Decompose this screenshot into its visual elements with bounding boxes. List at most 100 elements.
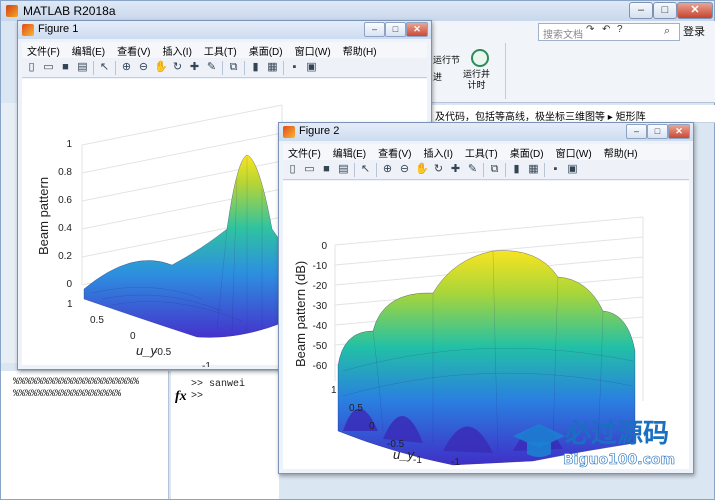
figure-1-title-bar: Figure 1 – □ ✕ <box>18 21 431 39</box>
search-icon[interactable]: ⌕ <box>664 25 670 38</box>
brush-icon[interactable]: ✎ <box>205 61 218 74</box>
save-icon[interactable]: ■ <box>59 61 72 74</box>
command-prompt[interactable]: >> <box>191 391 279 403</box>
print-icon[interactable]: ▤ <box>337 163 350 176</box>
watermark-logo: 必过源码 Biguo100.com <box>513 419 675 468</box>
command-window[interactable]: >> sanwei >> <box>171 371 279 499</box>
figure-2-toolbar: ▯ ▭ ■ ▤ ↖ ⊕ ⊖ ✋ ↻ ✚ ✎ ⧉ ▮ ▦ ▪ ▣ <box>283 160 689 180</box>
menu-help[interactable]: 帮助(H) <box>338 42 384 58</box>
rotate-icon[interactable]: ↻ <box>171 61 184 74</box>
y-tick: 0.5 <box>90 315 104 326</box>
data-cursor-icon[interactable]: ✚ <box>449 163 462 176</box>
menu-window[interactable]: 窗口(W) <box>551 144 599 160</box>
brush-icon[interactable]: ✎ <box>466 163 479 176</box>
maximize-button[interactable]: □ <box>647 124 668 139</box>
run-and-time-button[interactable]: 运行并 计时 <box>463 69 490 91</box>
command-history[interactable]: %%%%%%%%%%%%%%%%%%%%% %%%%%%%%%%%%%%%%%% <box>1 371 169 499</box>
y-tick: 0 <box>130 331 136 342</box>
watermark-text: 必过源码 <box>565 419 669 449</box>
menu-edit[interactable]: 编辑(E) <box>328 144 373 160</box>
figure-1-title: Figure 1 <box>38 23 79 35</box>
menu-file[interactable]: 文件(F) <box>22 42 67 58</box>
menu-edit[interactable]: 编辑(E) <box>67 42 112 58</box>
colorbar-icon[interactable]: ▮ <box>249 61 262 74</box>
link-icon[interactable]: ⧉ <box>488 163 501 176</box>
new-figure-icon[interactable]: ▯ <box>286 163 299 176</box>
new-figure-icon[interactable]: ▯ <box>25 61 38 74</box>
z-tick: 0.8 <box>58 167 72 178</box>
zoom-in-icon[interactable]: ⊕ <box>381 163 394 176</box>
z-tick: -50 <box>313 341 328 352</box>
z-tick: 0 <box>321 241 327 252</box>
open-icon[interactable]: ▭ <box>42 61 55 74</box>
legend-icon[interactable]: ▦ <box>527 163 540 176</box>
menu-desktop[interactable]: 桌面(D) <box>505 144 551 160</box>
z-tick: 0.6 <box>58 195 72 206</box>
print-icon[interactable]: ▤ <box>76 61 89 74</box>
show-plot-tools-icon[interactable]: ▣ <box>305 61 318 74</box>
close-button[interactable]: ✕ <box>668 124 690 139</box>
hide-plot-tools-icon[interactable]: ▪ <box>288 61 301 74</box>
menu-window[interactable]: 窗口(W) <box>290 42 338 58</box>
menu-tools[interactable]: 工具(T) <box>460 144 505 160</box>
advance-label[interactable]: 进 <box>433 70 442 83</box>
pointer-icon[interactable]: ↖ <box>359 163 372 176</box>
save-icon[interactable]: ■ <box>320 163 333 176</box>
menu-view[interactable]: 查看(V) <box>373 144 418 160</box>
minimize-button[interactable]: – <box>629 2 653 19</box>
address-bar[interactable]: 及代码，包括等高线，极坐标三维图等 ▸ 矩形阵 <box>431 105 715 123</box>
zoom-in-icon[interactable]: ⊕ <box>120 61 133 74</box>
figure-icon <box>283 126 295 138</box>
figure-1-menubar: 文件(F) 编辑(E) 查看(V) 插入(I) 工具(T) 桌面(D) 窗口(W… <box>22 42 427 58</box>
maximize-button[interactable]: □ <box>653 2 677 19</box>
pointer-icon[interactable]: ↖ <box>98 61 111 74</box>
hide-plot-tools-icon[interactable]: ▪ <box>549 163 562 176</box>
link-icon[interactable]: ⧉ <box>227 61 240 74</box>
show-plot-tools-icon[interactable]: ▣ <box>566 163 579 176</box>
help-icon[interactable]: ? <box>617 24 623 35</box>
title-bar: MATLAB R2018a – □ ✕ <box>1 1 714 21</box>
app-title: MATLAB R2018a <box>23 4 116 18</box>
toolbar-separator <box>483 162 484 177</box>
z-tick: 0.2 <box>58 251 72 262</box>
close-button[interactable]: ✕ <box>406 22 428 37</box>
toolbar-separator <box>544 162 545 177</box>
legend-icon[interactable]: ▦ <box>266 61 279 74</box>
redo-icon[interactable]: ↷ <box>586 24 594 35</box>
z-tick: -20 <box>313 281 328 292</box>
minimize-button[interactable]: – <box>364 22 385 37</box>
menu-tools[interactable]: 工具(T) <box>199 42 244 58</box>
y-tick: -1 <box>413 455 422 466</box>
z-tick-labels: 0 -10 -20 -30 -40 -50 -60 <box>313 241 328 372</box>
menu-help[interactable]: 帮助(H) <box>599 144 645 160</box>
run-timer-icon[interactable] <box>471 49 489 67</box>
menu-file[interactable]: 文件(F) <box>283 144 328 160</box>
menu-view[interactable]: 查看(V) <box>112 42 157 58</box>
ribbon-divider <box>505 43 506 99</box>
menu-insert[interactable]: 插入(I) <box>418 144 459 160</box>
run-section-label[interactable]: 运行节 <box>433 55 460 66</box>
pan-icon[interactable]: ✋ <box>415 163 429 176</box>
fx-icon[interactable]: fx <box>175 389 187 405</box>
z-tick: -40 <box>313 321 328 332</box>
pan-icon[interactable]: ✋ <box>154 61 168 74</box>
matlab-logo-icon <box>6 5 18 17</box>
figure-2-title-bar: Figure 2 – □ ✕ <box>279 123 693 141</box>
login-button[interactable]: 登录 <box>683 23 713 41</box>
x-tick: -1 <box>451 457 460 468</box>
watermark: 必过源码 Biguo100.com <box>505 412 715 472</box>
toolbar-separator <box>93 60 94 75</box>
menu-insert[interactable]: 插入(I) <box>157 42 198 58</box>
open-icon[interactable]: ▭ <box>303 163 316 176</box>
undo-icon[interactable]: ↶ <box>602 24 610 35</box>
close-button[interactable]: ✕ <box>677 2 713 19</box>
maximize-button[interactable]: □ <box>385 22 406 37</box>
zoom-out-icon[interactable]: ⊖ <box>137 61 150 74</box>
zoom-out-icon[interactable]: ⊖ <box>398 163 411 176</box>
rotate-icon[interactable]: ↻ <box>432 163 445 176</box>
minimize-button[interactable]: – <box>626 124 647 139</box>
toolbar-separator <box>115 60 116 75</box>
data-cursor-icon[interactable]: ✚ <box>188 61 201 74</box>
colorbar-icon[interactable]: ▮ <box>510 163 523 176</box>
menu-desktop[interactable]: 桌面(D) <box>244 42 290 58</box>
